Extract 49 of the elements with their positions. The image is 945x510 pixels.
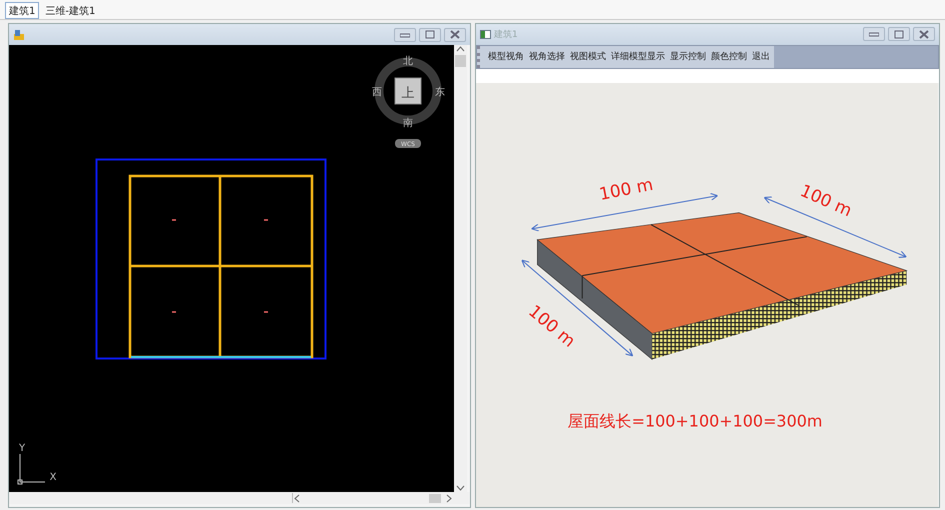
coordinate-system-pill[interactable]	[395, 139, 421, 148]
menu-item[interactable]: 详细模型显示	[609, 48, 667, 66]
menu-item[interactable]: 视图模式	[568, 48, 608, 66]
document-tab[interactable]: 建筑1	[5, 2, 40, 19]
close-icon	[450, 30, 460, 39]
scroll-left-icon[interactable]	[293, 494, 301, 502]
axis-label: Y	[18, 443, 26, 454]
app-icon	[13, 28, 25, 40]
dimension-label: 100 m	[597, 174, 655, 204]
view-cube[interactable]	[394, 78, 422, 104]
compass-west[interactable]: 西	[372, 87, 382, 98]
close-button[interactable]	[444, 28, 466, 42]
minimize-button[interactable]	[394, 28, 416, 42]
menu-item[interactable]: 模型视角	[486, 48, 526, 66]
dimension-label: 100 m	[797, 180, 856, 220]
scroll-up-icon[interactable]	[456, 45, 465, 53]
roof-length-formula: 屋面线长=100+100+100=300m	[568, 411, 822, 430]
scrollbar-thumb[interactable]	[455, 55, 466, 67]
window-icon	[480, 30, 491, 39]
scroll-right-icon[interactable]	[445, 494, 453, 502]
point-marker	[264, 219, 268, 221]
menu-item[interactable]: 显示控制	[668, 48, 708, 66]
ucs-axes-icon	[18, 454, 46, 484]
point-marker	[172, 311, 176, 313]
dimension-label: 100 m	[524, 300, 580, 351]
window-title: 建筑1	[494, 28, 518, 41]
close-button[interactable]	[913, 27, 935, 42]
point-marker	[264, 311, 268, 313]
point-marker	[172, 219, 176, 221]
model-viewport[interactable]: 100 m 100 m 100 m 屋面线长=100+100+100=300m	[476, 82, 938, 507]
menu-item[interactable]: 颜色控制	[709, 48, 749, 66]
scrollbar-thumb[interactable]	[429, 494, 441, 502]
document-tab[interactable]: 三维-建筑1	[41, 2, 100, 19]
compass-east[interactable]: 东	[435, 87, 445, 98]
compass-north[interactable]: 北	[403, 56, 413, 67]
maximize-button[interactable]	[888, 27, 910, 42]
minimize-icon	[869, 31, 879, 38]
menu-item[interactable]: 视角选择	[527, 48, 567, 66]
maximize-icon	[425, 30, 435, 39]
minimize-icon	[400, 32, 410, 38]
scroll-down-icon[interactable]	[456, 484, 465, 492]
maximize-icon	[894, 30, 904, 39]
compass-south[interactable]: 南	[403, 118, 413, 129]
menu-item[interactable]: 退出	[750, 48, 772, 66]
close-icon	[919, 30, 929, 39]
maximize-button[interactable]	[419, 28, 441, 42]
minimize-button[interactable]	[863, 27, 885, 42]
axis-label: X	[50, 472, 56, 483]
view-cube-label: 上	[402, 86, 414, 101]
